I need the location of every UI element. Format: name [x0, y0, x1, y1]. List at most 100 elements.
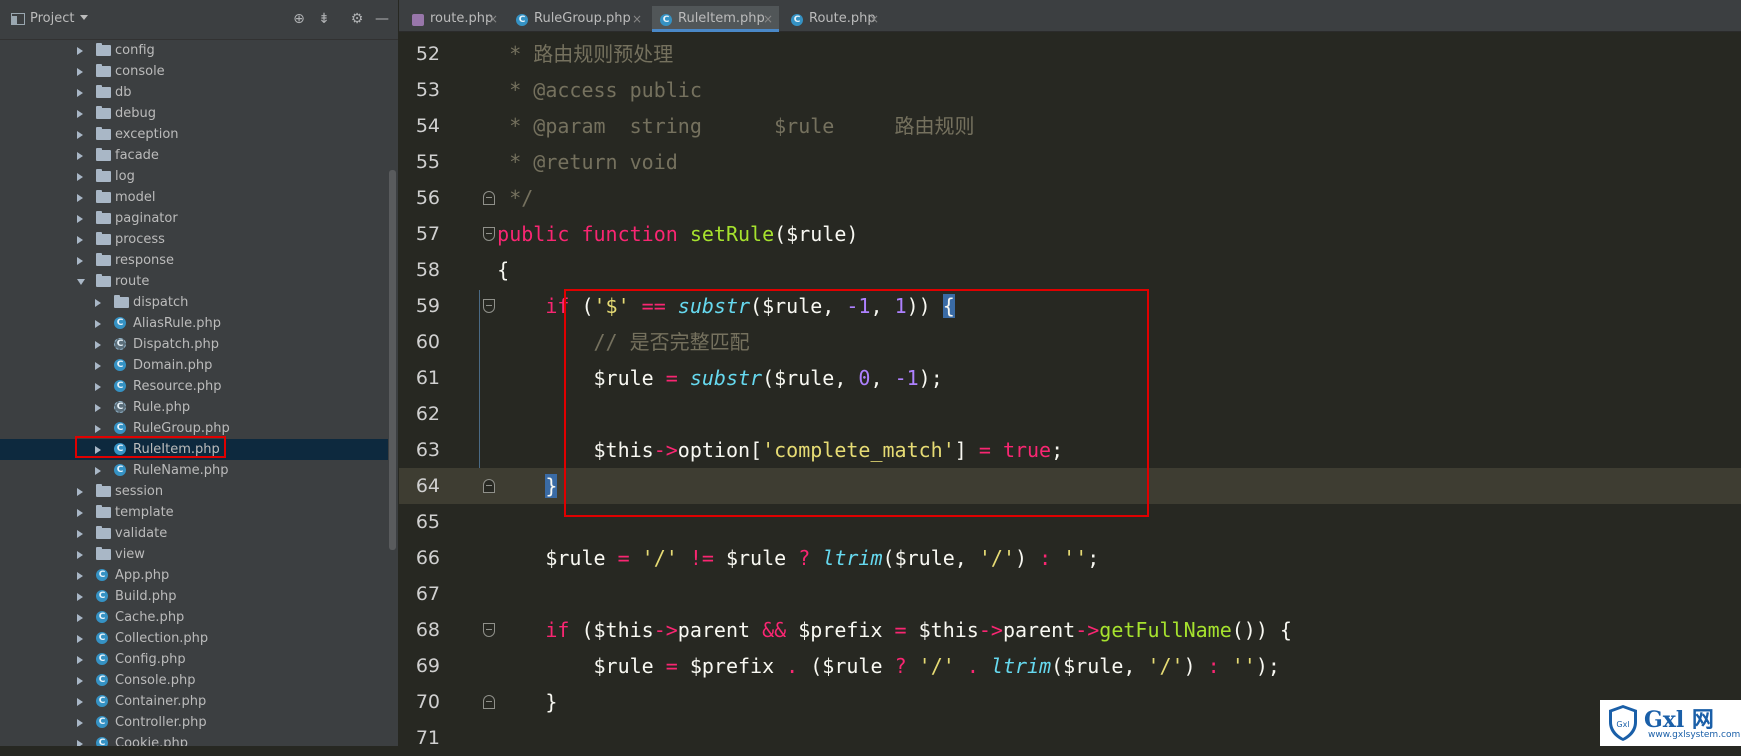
tree-item-label: Build.php [115, 589, 177, 604]
tree-item-dispatch[interactable]: dispatch [0, 292, 388, 313]
tree-item-app-php[interactable]: C App.php [0, 565, 388, 586]
chevron-right-icon[interactable] [95, 467, 101, 475]
chevron-right-icon[interactable] [77, 635, 83, 643]
chevron-right-icon[interactable] [77, 236, 83, 244]
tree-item-cookie-php[interactable]: C Cookie.php [0, 733, 388, 746]
tree-item-rulename-php[interactable]: C RuleName.php [0, 460, 388, 481]
code-line[interactable]: 71 [399, 720, 1741, 756]
chevron-down-icon[interactable] [77, 279, 85, 285]
chevron-right-icon[interactable] [77, 131, 83, 139]
tab-rulegroup-php[interactable]: C RuleGroup.php × [508, 6, 648, 32]
code-line[interactable]: 70 } [399, 684, 1741, 720]
tree-item-paginator[interactable]: paginator [0, 208, 388, 229]
tree-item-model[interactable]: model [0, 187, 388, 208]
shield-logo-icon: Gxl [1609, 705, 1637, 741]
chevron-right-icon[interactable] [77, 215, 83, 223]
close-icon[interactable]: × [632, 6, 642, 32]
tree-item-validate[interactable]: validate [0, 523, 388, 544]
minimize-icon[interactable]: — [373, 10, 391, 28]
tree-item-domain-php[interactable]: C Domain.php [0, 355, 388, 376]
tree-item-rule-php[interactable]: C Rule.php [0, 397, 388, 418]
chevron-right-icon[interactable] [77, 698, 83, 706]
code-line[interactable]: 56 */ [399, 180, 1741, 216]
tree-item-log[interactable]: log [0, 166, 388, 187]
tree-item-build-php[interactable]: C Build.php [0, 586, 388, 607]
close-icon[interactable]: × [763, 6, 773, 32]
tree-item-container-php[interactable]: C Container.php [0, 691, 388, 712]
line-number: 70 [415, 691, 440, 713]
chevron-down-icon[interactable] [80, 15, 88, 20]
code-line[interactable]: 68 if ($this->parent && $prefix = $this-… [399, 612, 1741, 648]
chevron-right-icon[interactable] [95, 383, 101, 391]
chevron-right-icon[interactable] [77, 551, 83, 559]
tree-item-debug[interactable]: debug [0, 103, 388, 124]
chevron-right-icon[interactable] [77, 677, 83, 685]
chevron-right-icon[interactable] [77, 740, 83, 746]
chevron-right-icon[interactable] [77, 89, 83, 97]
close-icon[interactable]: × [869, 6, 879, 32]
chevron-right-icon[interactable] [77, 68, 83, 76]
chevron-right-icon[interactable] [77, 572, 83, 580]
tree-item-view[interactable]: view [0, 544, 388, 565]
chevron-right-icon[interactable] [77, 488, 83, 496]
chevron-right-icon[interactable] [77, 194, 83, 202]
tree-item-config[interactable]: config [0, 40, 388, 61]
tree-item-label: exception [115, 127, 179, 142]
tree-item-route[interactable]: route [0, 271, 388, 292]
code-text: $rule = '/' != $rule ? ltrim($rule, '/')… [449, 540, 1099, 576]
chevron-right-icon[interactable] [95, 299, 101, 307]
collapse-icon[interactable]: ⇟ [315, 10, 333, 28]
tree-item-config-php[interactable]: C Config.php [0, 649, 388, 670]
chevron-right-icon[interactable] [77, 257, 83, 265]
code-line[interactable]: 57 public function setRule($rule) [399, 216, 1741, 252]
chevron-right-icon[interactable] [77, 656, 83, 664]
tree-item-process[interactable]: process [0, 229, 388, 250]
code-line[interactable]: 69 $rule = $prefix . ($rule ? '/' . ltri… [399, 648, 1741, 684]
project-view-selector[interactable]: Project [30, 11, 74, 26]
folder-icon [96, 190, 111, 203]
chevron-right-icon[interactable] [77, 47, 83, 55]
tree-item-response[interactable]: response [0, 250, 388, 271]
tree-item-template[interactable]: template [0, 502, 388, 523]
chevron-right-icon[interactable] [95, 404, 101, 412]
code-line[interactable]: 54 * @param string $rule 路由规则 [399, 108, 1741, 144]
sidebar-scrollbar[interactable] [389, 170, 396, 550]
chevron-right-icon[interactable] [95, 425, 101, 433]
chevron-right-icon[interactable] [77, 173, 83, 181]
code-line[interactable]: 55 * @return void [399, 144, 1741, 180]
tab-ruleitem-php[interactable]: C RuleItem.php × [652, 6, 779, 32]
target-icon[interactable]: ⊕ [290, 10, 308, 28]
chevron-right-icon[interactable] [77, 509, 83, 517]
tree-item-exception[interactable]: exception [0, 124, 388, 145]
code-line[interactable]: 52 * 路由规则预处理 [399, 36, 1741, 72]
chevron-right-icon[interactable] [95, 320, 101, 328]
code-token: $rule [449, 546, 618, 570]
chevron-right-icon[interactable] [77, 719, 83, 727]
code-line[interactable]: 58 { [399, 252, 1741, 288]
code-line[interactable]: 53 * @access public [399, 72, 1741, 108]
tree-item-controller-php[interactable]: C Controller.php [0, 712, 388, 733]
tree-item-collection-php[interactable]: C Collection.php [0, 628, 388, 649]
chevron-right-icon[interactable] [95, 341, 101, 349]
tree-item-dispatch-php[interactable]: C Dispatch.php [0, 334, 388, 355]
tree-item-console-php[interactable]: C Console.php [0, 670, 388, 691]
close-icon[interactable]: × [488, 6, 498, 32]
code-line[interactable]: 67 [399, 576, 1741, 612]
tab-route-php[interactable]: C Route.php × [783, 6, 885, 32]
tab-route-php[interactable]: route.php × [404, 6, 504, 32]
chevron-right-icon[interactable] [77, 614, 83, 622]
tree-item-resource-php[interactable]: C Resource.php [0, 376, 388, 397]
tree-item-facade[interactable]: facade [0, 145, 388, 166]
tree-item-cache-php[interactable]: C Cache.php [0, 607, 388, 628]
code-line[interactable]: 66 $rule = '/' != $rule ? ltrim($rule, '… [399, 540, 1741, 576]
chevron-right-icon[interactable] [77, 593, 83, 601]
chevron-right-icon[interactable] [77, 530, 83, 538]
tree-item-session[interactable]: session [0, 481, 388, 502]
chevron-right-icon[interactable] [77, 152, 83, 160]
chevron-right-icon[interactable] [95, 362, 101, 370]
tree-item-console[interactable]: console [0, 61, 388, 82]
chevron-right-icon[interactable] [77, 110, 83, 118]
tree-item-aliasrule-php[interactable]: C AliasRule.php [0, 313, 388, 334]
tree-item-db[interactable]: db [0, 82, 388, 103]
gear-icon[interactable]: ⚙ [348, 10, 366, 28]
